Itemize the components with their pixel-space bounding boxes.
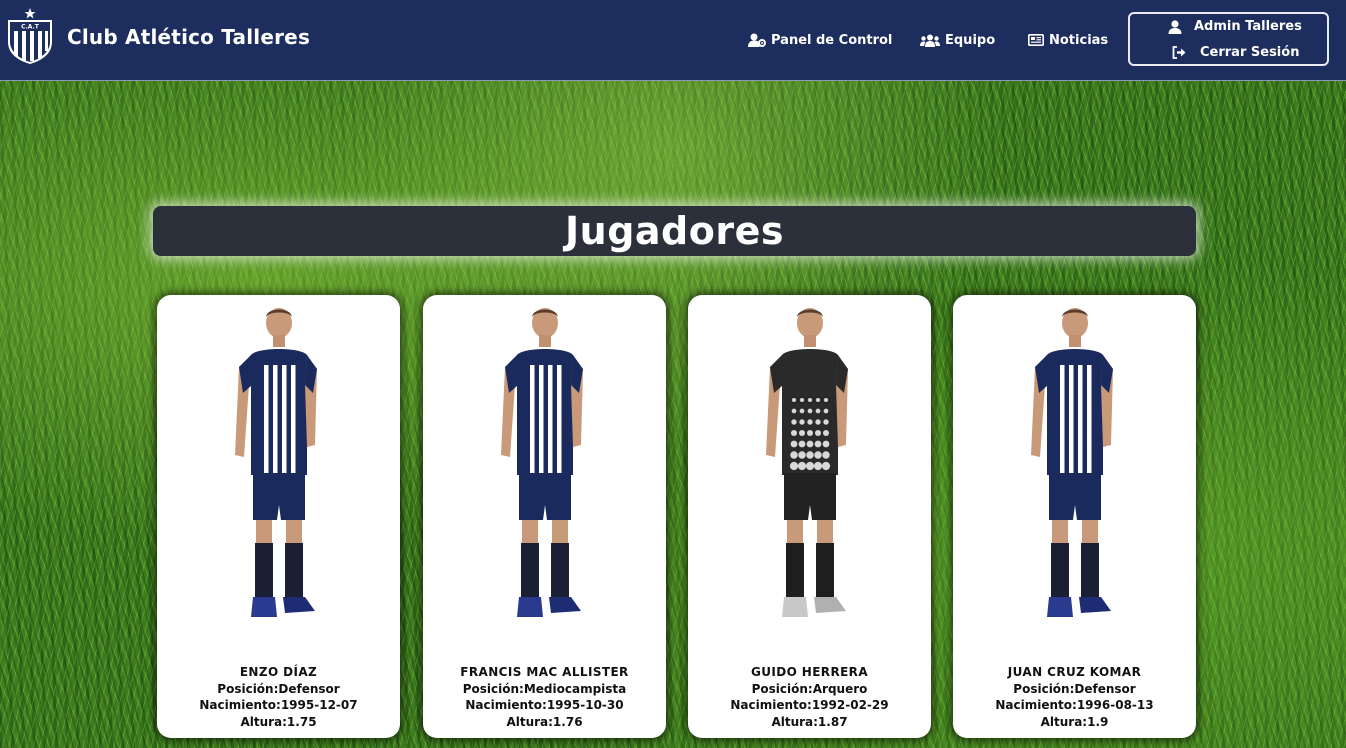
- logo-text: C.A.T: [21, 24, 40, 31]
- user-gear-icon: [748, 33, 766, 47]
- logout-link[interactable]: Cerrar Sesión: [1172, 45, 1299, 60]
- player-height: Altura:1.87: [771, 714, 848, 729]
- player-height: Altura:1.76: [506, 714, 583, 729]
- player-position: Posición:Arquero: [751, 681, 868, 696]
- sign-out-icon: [1172, 46, 1186, 59]
- player-name: GUIDO HERRERA: [750, 665, 869, 679]
- player-photo: [765, 308, 848, 617]
- users-icon: [920, 34, 940, 47]
- nav-label: Panel de Control: [771, 32, 893, 48]
- nav-label: Noticias: [1049, 32, 1109, 48]
- player-info: ENZO DÍAZ Posición:Defensor Nacimiento:1…: [157, 664, 400, 730]
- player-photo: [1030, 308, 1113, 617]
- player-name: FRANCIS MAC ALLISTER: [460, 665, 629, 679]
- player-birth: Nacimiento:1992-02-29: [730, 698, 889, 712]
- nav-label: Equipo: [945, 32, 996, 48]
- brand-name[interactable]: Club Atlético Talleres: [67, 25, 310, 49]
- nav-noticias[interactable]: Noticias: [1028, 31, 1108, 49]
- newspaper-icon: [1028, 34, 1044, 46]
- player-birth: Nacimiento:1995-10-30: [465, 698, 624, 712]
- player-birth: Nacimiento:1996-08-13: [995, 698, 1154, 712]
- player-card[interactable]: FRANCIS MAC ALLISTER Posición:Mediocampi…: [423, 295, 666, 738]
- club-crest-logo[interactable]: C.A.T: [5, 8, 55, 64]
- player-position: Posición:Defensor: [217, 681, 340, 696]
- user-menu: Admin Talleres Cerrar Sesión: [1128, 12, 1329, 66]
- player-card[interactable]: ENZO DÍAZ Posición:Defensor Nacimiento:1…: [157, 295, 400, 738]
- player-name: ENZO DÍAZ: [239, 665, 318, 679]
- nav-panel-de-control[interactable]: Panel de Control: [748, 31, 892, 49]
- player-height: Altura:1.9: [1040, 714, 1109, 729]
- player-card[interactable]: JUAN CRUZ KOMAR Posición:Defensor Nacimi…: [953, 295, 1196, 738]
- logout-label: Cerrar Sesión: [1200, 45, 1300, 60]
- player-height: Altura:1.75: [240, 714, 317, 729]
- player-photo: [500, 308, 583, 617]
- player-info: JUAN CRUZ KOMAR Posición:Defensor Nacimi…: [953, 664, 1196, 730]
- player-info: FRANCIS MAC ALLISTER Posición:Mediocampi…: [423, 664, 666, 730]
- player-birth: Nacimiento:1995-12-07: [199, 698, 358, 712]
- user-name: Admin Talleres: [1194, 19, 1302, 34]
- nav-equipo[interactable]: Equipo: [920, 31, 995, 49]
- player-card[interactable]: GUIDO HERRERA Posición:Arquero Nacimient…: [688, 295, 931, 738]
- user-icon: [1168, 19, 1182, 34]
- player-position: Posición:Mediocampista: [462, 681, 627, 696]
- player-photo: [234, 308, 317, 617]
- navbar: C.A.T Club Atlético Talleres Panel de Co…: [0, 0, 1346, 81]
- user-profile-link[interactable]: Admin Talleres: [1168, 19, 1302, 34]
- player-name: JUAN CRUZ KOMAR: [1007, 665, 1142, 679]
- page-title: Jugadores: [565, 209, 784, 253]
- player-info: GUIDO HERRERA Posición:Arquero Nacimient…: [688, 664, 931, 730]
- player-position: Posición:Defensor: [1013, 681, 1136, 696]
- page-title-band: Jugadores: [153, 206, 1196, 256]
